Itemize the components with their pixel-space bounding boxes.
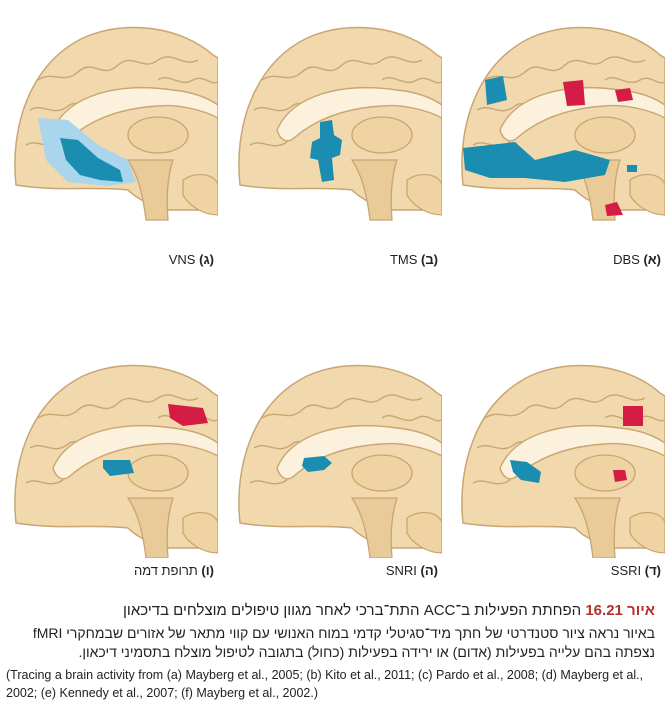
panel-ssri: (ד) SSRI (455, 348, 665, 618)
brain-diagram (14, 26, 218, 221)
increase-region (615, 88, 633, 102)
decrease-region (485, 76, 507, 105)
panel-placebo: (ו) תרופת דמה (8, 348, 218, 618)
brain-diagram (14, 364, 218, 558)
figure-title: איור 16.21 הפחתת הפעילות ב־ACC התת־ברכי … (15, 602, 655, 619)
panel-vns: (ג) VNS (8, 10, 218, 280)
panel-caption: (ג) VNS (168, 252, 214, 267)
brain-diagram (461, 26, 665, 221)
brain-diagram (461, 364, 665, 558)
decrease-region (627, 165, 637, 172)
panel-caption: (ב) TMS (389, 252, 438, 267)
brain-diagram (238, 364, 442, 558)
panel-dbs: (א) DBS (455, 10, 665, 280)
panel-caption: (ה) SNRI (385, 563, 438, 578)
figure-description: באיור נראה ציור סטנדרטי של חתך מיד־סגיטל… (32, 625, 655, 660)
panel-caption: (א) DBS (613, 252, 661, 267)
brain-diagram (238, 26, 442, 221)
panel-caption: (ו) תרופת דמה (133, 563, 214, 578)
figure-number: איור 16.21 (585, 602, 655, 619)
figure-title-text: הפחתת הפעילות ב־ACC התת־ברכי לאחר מגוון … (123, 602, 582, 619)
increase-region (613, 470, 627, 482)
panel-snri: (ה) SNRI (232, 348, 442, 618)
panel-tms: (ב) TMS (232, 10, 442, 280)
figure-source: (Tracing a brain activity from (a) Maybe… (6, 668, 644, 700)
increase-region (623, 406, 643, 426)
panel-caption: (ד) SSRI (610, 563, 661, 578)
